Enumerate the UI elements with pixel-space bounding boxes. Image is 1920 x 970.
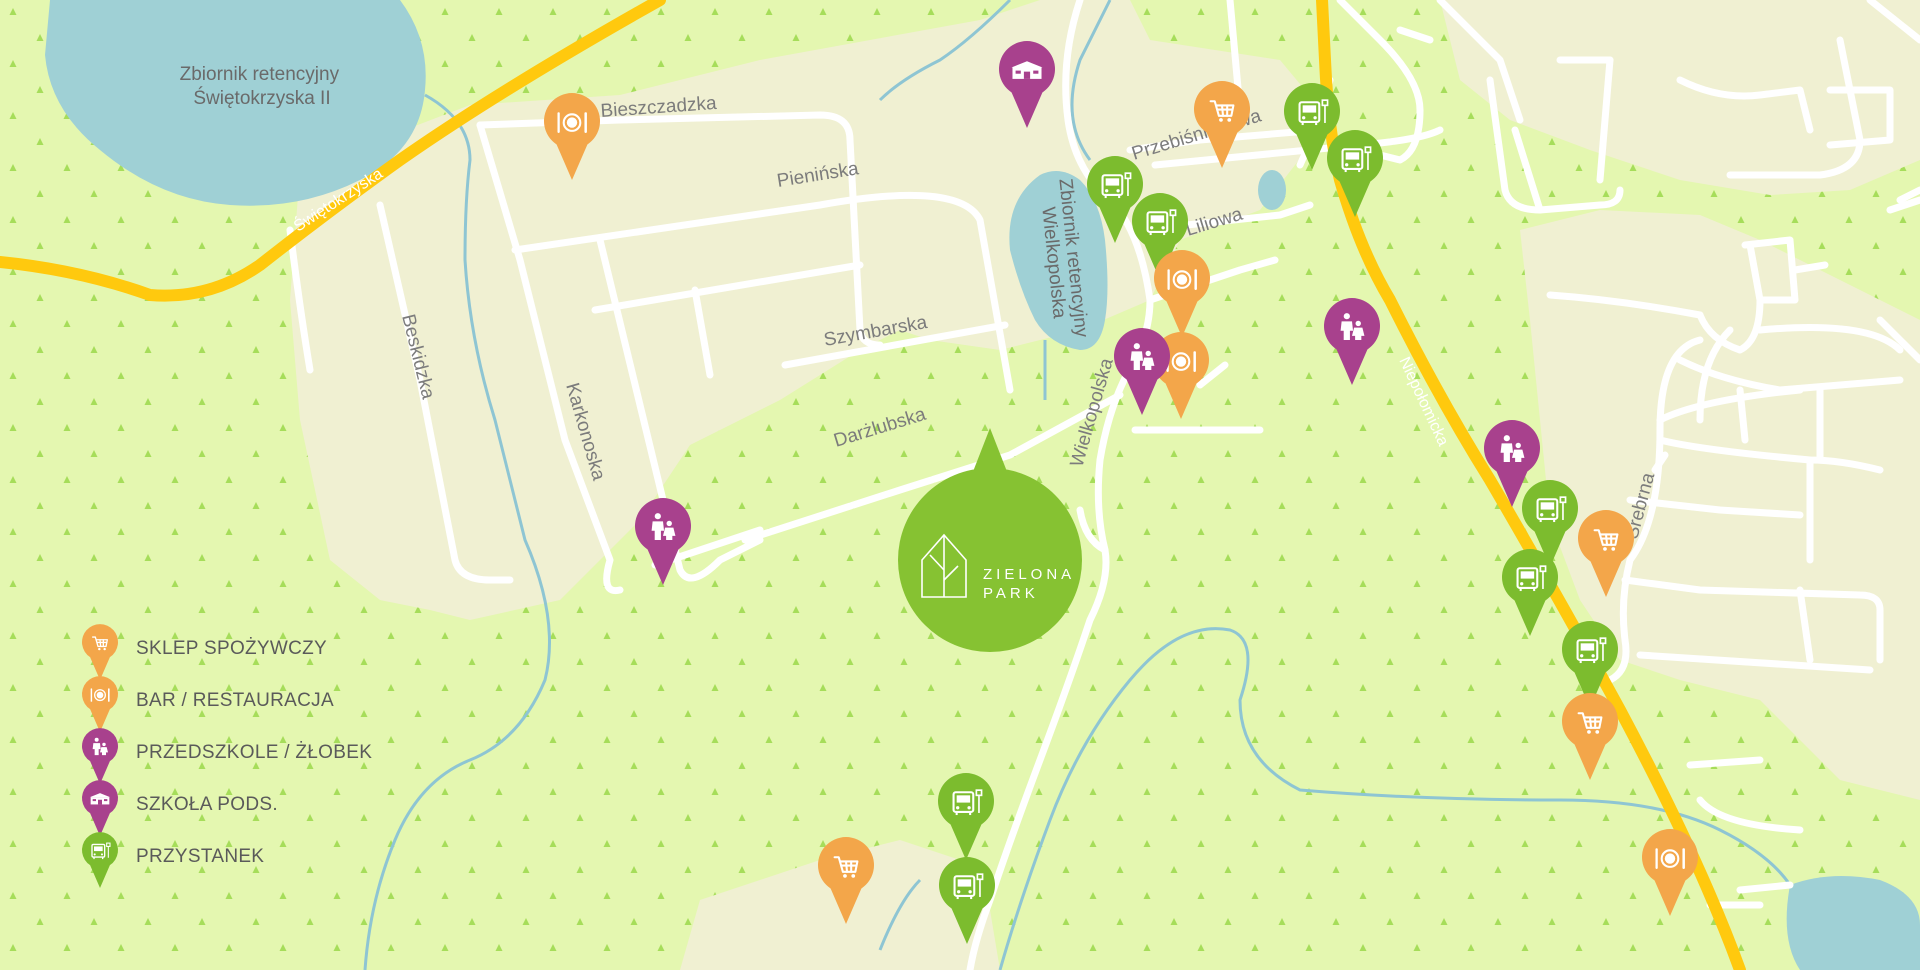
brand-line-1: ZIELONA bbox=[983, 566, 1075, 583]
legend-label-kindergarten: PRZEDSZKOLE / ŻŁOBEK bbox=[136, 742, 372, 763]
legend-label-bus: PRZYSTANEK bbox=[136, 846, 264, 867]
brand-marker-circle bbox=[898, 468, 1082, 652]
legend-label-restaurant: BAR / RESTAURACJA bbox=[136, 690, 334, 711]
legend-label-shop: SKLEP SPOŻYWCZY bbox=[136, 638, 327, 659]
brand-line-2: PARK bbox=[983, 585, 1039, 602]
legend-label-school: SZKOŁA PODS. bbox=[136, 794, 278, 815]
map-canvas[interactable]: Zbiornik retencyjny Świętokrzyska II Zbi… bbox=[0, 0, 1920, 970]
